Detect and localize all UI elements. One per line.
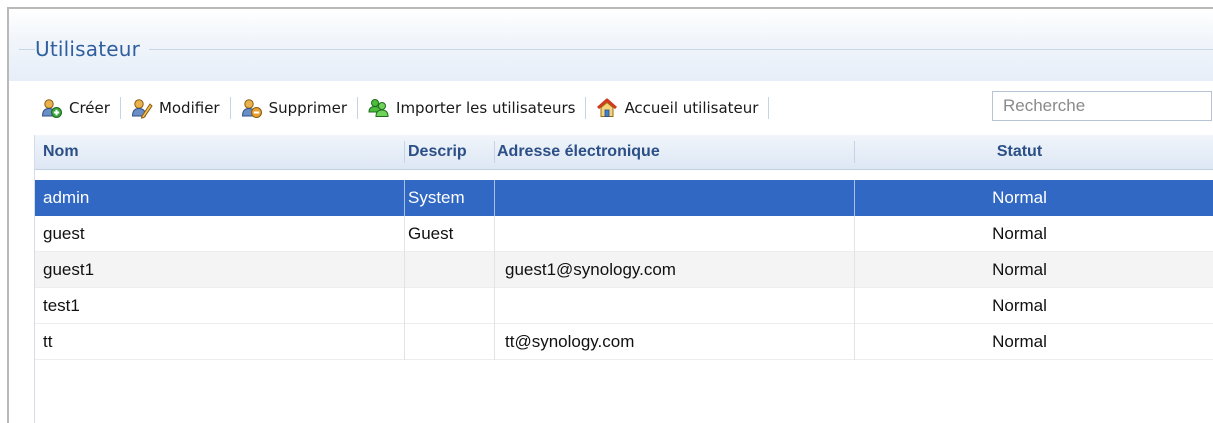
cell-status: Normal (992, 296, 1047, 315)
edit-button[interactable]: Modifier (125, 93, 226, 123)
users-import-icon (368, 97, 390, 119)
cell-name: guest1 (43, 260, 95, 279)
row-divider (404, 216, 405, 252)
create-button[interactable]: Créer (35, 93, 116, 123)
cell-description (408, 324, 494, 360)
user-home-label: Accueil utilisateur (624, 99, 759, 117)
user-add-icon (41, 97, 63, 119)
row-divider (404, 288, 405, 324)
row-divider (494, 216, 495, 252)
row-divider (404, 252, 405, 288)
column-header-name[interactable]: Nom (43, 135, 393, 169)
row-divider (404, 180, 405, 216)
column-header-email[interactable]: Adresse électronique (497, 135, 847, 169)
cell-description (408, 288, 494, 324)
cell-status: Normal (992, 188, 1047, 207)
row-divider (494, 324, 495, 360)
user-home-button[interactable]: Accueil utilisateur (590, 93, 764, 123)
table-row[interactable]: guest Guest Normal (35, 216, 1213, 252)
column-separator (404, 141, 405, 163)
create-label: Créer (69, 99, 110, 117)
toolbar-separator (119, 97, 121, 119)
cell-status: Normal (992, 224, 1047, 243)
table-row[interactable]: tt tt@synology.com Normal (35, 324, 1213, 360)
column-header-status[interactable]: Statut (855, 135, 1213, 169)
title-bar: Utilisateur (9, 9, 1213, 81)
panel-title: Utilisateur (35, 37, 141, 61)
toolbar-separator (229, 97, 231, 119)
title-divider-left (19, 49, 35, 50)
cell-email: tt@synology.com (505, 332, 635, 351)
cell-name: test1 (43, 296, 80, 315)
import-users-button[interactable]: Importer les utilisateurs (362, 93, 581, 123)
house-icon (596, 97, 618, 119)
user-delete-icon (241, 97, 263, 119)
toolbar-separator (585, 97, 587, 119)
cell-description (408, 252, 494, 288)
cell-name: guest (43, 224, 85, 243)
cell-description: System (408, 188, 465, 207)
table-row[interactable]: test1 Normal (35, 288, 1213, 324)
users-table: Nom Descrip Adresse électronique Statut … (34, 135, 1213, 423)
import-users-label: Importer les utilisateurs (396, 99, 576, 117)
table-header: Nom Descrip Adresse électronique Statut (35, 135, 1213, 170)
row-divider (494, 252, 495, 288)
toolbar-separator (357, 97, 359, 119)
cell-status: Normal (992, 260, 1047, 279)
title-divider-right (149, 49, 1213, 50)
cell-email (505, 288, 850, 324)
cell-name: admin (43, 188, 90, 207)
toolbar-separator (768, 97, 770, 119)
row-divider (404, 324, 405, 360)
search-input[interactable] (992, 91, 1212, 121)
table-row[interactable]: guest1 guest1@synology.com Normal (35, 252, 1213, 288)
user-edit-icon (131, 97, 153, 119)
cell-email (505, 216, 850, 252)
delete-button[interactable]: Supprimer (235, 93, 353, 123)
user-panel: Utilisateur Créer Modifier Supprimer Imp… (9, 9, 1213, 423)
delete-label: Supprimer (268, 99, 348, 117)
row-divider (494, 180, 495, 216)
table-row[interactable]: admin System Normal (35, 180, 1213, 216)
column-header-description[interactable]: Descrip (408, 135, 494, 169)
cell-name: tt (43, 332, 53, 351)
row-divider (494, 288, 495, 324)
column-separator (494, 141, 495, 163)
cell-email: guest1@synology.com (505, 260, 676, 279)
cell-email (505, 180, 850, 216)
edit-label: Modifier (158, 99, 220, 117)
cell-status: Normal (992, 332, 1047, 351)
cell-description: Guest (408, 224, 454, 243)
